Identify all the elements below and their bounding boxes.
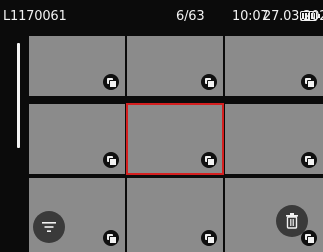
thumbnail[interactable] [127,178,223,252]
stack-icon [301,74,317,90]
stack-icon [301,152,317,168]
thumbnail[interactable] [29,104,125,174]
thumbnail[interactable] [127,36,223,96]
stack-icon [201,230,217,246]
stack-icon [201,152,217,168]
filter-icon [42,222,56,232]
stack-icon [103,74,119,90]
thumbnail[interactable] [29,36,125,96]
stack-icon [301,230,317,246]
thumbnail-selected[interactable] [126,103,224,175]
stack-icon [103,152,119,168]
trash-icon [286,213,298,229]
file-name: L1170061 [3,9,67,24]
thumbnail[interactable] [225,178,323,252]
status-bar: L1170061 6/63 10:07 27.03.2023 [0,0,323,30]
battery-icon [300,11,320,21]
stack-icon [201,74,217,90]
delete-button[interactable] [276,205,308,237]
image-counter: 6/63 [176,9,205,24]
stack-icon [103,230,119,246]
filter-button[interactable] [33,211,65,243]
scroll-indicator[interactable] [17,43,20,148]
thumbnail[interactable] [225,104,323,174]
thumbnail[interactable] [225,36,323,96]
